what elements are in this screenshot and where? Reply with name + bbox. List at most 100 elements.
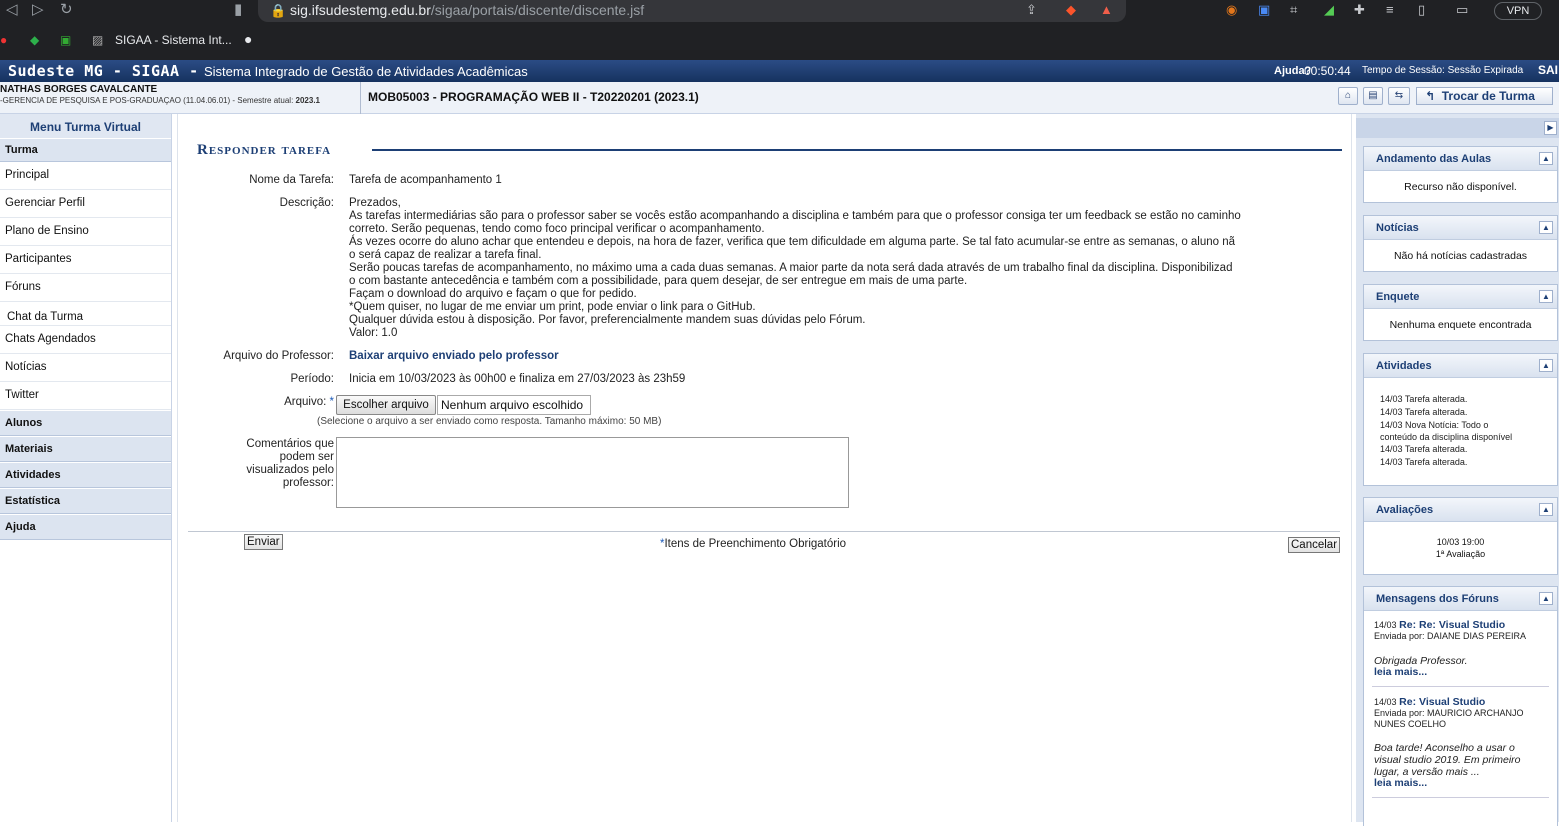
- github-icon[interactable]: ●: [244, 31, 252, 47]
- required-note-text: Itens de Preenchimento Obrigatório: [664, 538, 847, 550]
- submit-button[interactable]: Enviar: [244, 534, 283, 550]
- sigaa-favicon-icon: ▨: [92, 33, 104, 47]
- metamask-icon[interactable]: ◉: [1226, 2, 1237, 18]
- file-name-display: Nenhum arquivo escolhido: [437, 395, 591, 415]
- switch-class-button[interactable]: ↰ Trocar de Turma: [1416, 87, 1553, 105]
- panel-enquete-title: Enquete: [1376, 291, 1420, 303]
- collapse-icon[interactable]: ▲: [1539, 221, 1553, 234]
- right-panel-toolbar: ▶: [1356, 118, 1559, 138]
- collapse-icon[interactable]: ▲: [1539, 592, 1553, 605]
- collapse-panel-icon[interactable]: ▶: [1544, 121, 1557, 135]
- forward-icon[interactable]: ▷: [32, 0, 44, 22]
- wallet-icon[interactable]: ▭: [1456, 2, 1468, 18]
- address-bar[interactable]: 🔒 sig.ifsudestemg.edu.br/sigaa/portais/d…: [258, 0, 1126, 22]
- home-button[interactable]: ⌂: [1338, 87, 1358, 105]
- forum-sender-cont: NUNES COELHO: [1374, 719, 1447, 729]
- panel-enquete-header: Enquete ▲: [1364, 285, 1557, 309]
- menu-section-estatistica[interactable]: Estatística: [0, 488, 171, 514]
- atividades-list: 14/03 Tarefa alterada. 14/03 Tarefa alte…: [1364, 378, 1557, 469]
- menu-item-noticias[interactable]: Notícias: [0, 354, 171, 382]
- forum-sender: Enviada por: MAURICIO ARCHANJO: [1374, 708, 1524, 718]
- avaliacao-entry: 10/03 19:00 1ª Avaliação: [1364, 522, 1557, 560]
- swap-icon: ⇆: [1394, 90, 1404, 101]
- switch-class-label: Trocar de Turma: [1441, 89, 1535, 103]
- system-name: Sistema Integrado de Gestão de Atividade…: [204, 64, 528, 79]
- back-icon[interactable]: ◁: [6, 0, 18, 22]
- panel-forum-title: Mensagens dos Fóruns: [1376, 593, 1499, 605]
- comments-textarea[interactable]: [336, 437, 849, 508]
- url-path: /sigaa/portais/discente/discente.jsf: [430, 2, 645, 18]
- read-more-link[interactable]: leia mais...: [1374, 778, 1557, 789]
- translate-icon[interactable]: ▣: [1258, 2, 1270, 18]
- forum-body: Boa tarde! Aconselho a usar o: [1374, 742, 1515, 754]
- print-button[interactable]: ▤: [1363, 87, 1383, 105]
- menu-section-materiais[interactable]: Materiais: [0, 436, 171, 462]
- youtube-icon[interactable]: ●: [0, 33, 7, 47]
- teacher-file-link[interactable]: Baixar arquivo enviado pelo professor: [349, 350, 559, 363]
- panel-noticias-header: Notícias ▲: [1364, 216, 1557, 240]
- atividade-item: 14/03 Tarefa alterada.: [1380, 407, 1468, 417]
- sidebar-icon[interactable]: ▯: [1418, 2, 1425, 18]
- comments-label: Comentários que podem ser visualizados p…: [178, 438, 334, 490]
- atividade-item: 14/03 Tarefa alterada.: [1380, 444, 1468, 454]
- comments-label-line: professor:: [282, 477, 334, 489]
- bookmark-app-icon[interactable]: ▣: [60, 33, 71, 47]
- panel-noticias-title: Notícias: [1376, 222, 1419, 234]
- description-label: Descrição:: [279, 197, 334, 209]
- menu-title: Menu Turma Virtual: [0, 114, 171, 138]
- menu-item-plano-de-ensino[interactable]: Plano de Ensino: [0, 218, 171, 246]
- reload-icon[interactable]: ↻: [60, 0, 73, 22]
- bookmark-icon[interactable]: ▮: [234, 0, 242, 22]
- semester: 2023.1: [295, 96, 320, 105]
- panel-andamento-title: Andamento das Aulas: [1376, 153, 1492, 165]
- forum-message: 14/03 Re: Re: Visual Studio Enviada por:…: [1364, 611, 1557, 678]
- back-arrow-icon: ↰: [1425, 89, 1436, 103]
- forum-divider: [1372, 797, 1549, 798]
- atividade-item-cont: conteúdo da disciplina disponível: [1380, 432, 1513, 442]
- menu-item-chats-agendados[interactable]: Chats Agendados: [0, 326, 171, 354]
- title-divider: [372, 149, 1342, 151]
- atividade-item: 14/03 Tarefa alterada.: [1380, 457, 1468, 467]
- panel-forum-header: Mensagens dos Fóruns ▲: [1364, 587, 1557, 611]
- extension-green-icon[interactable]: ◢: [1324, 2, 1334, 18]
- panel-noticias: Notícias ▲ Não há notícias cadastradas: [1363, 215, 1558, 272]
- brave-shield-icon[interactable]: ◆: [1066, 2, 1076, 18]
- switch-button[interactable]: ⇆: [1388, 87, 1410, 105]
- menu-item-chat[interactable]: Chat da Turma: [0, 302, 171, 326]
- playlist-icon[interactable]: ≡: [1386, 2, 1394, 17]
- collapse-icon[interactable]: ▲: [1539, 152, 1553, 165]
- share-icon[interactable]: ⇪: [1026, 2, 1037, 18]
- cancel-button[interactable]: Cancelar: [1288, 537, 1341, 553]
- forum-subject[interactable]: Re: Re: Visual Studio: [1399, 619, 1505, 631]
- evernote-icon[interactable]: ◆: [30, 33, 39, 47]
- sigaa-bookmark[interactable]: SIGAA - Sistema Int...: [115, 33, 232, 47]
- exit-link[interactable]: SAI: [1538, 63, 1558, 77]
- comments-label-line: visualizados pelo: [246, 464, 334, 476]
- puzzle-icon[interactable]: ✚: [1354, 2, 1365, 18]
- sigaa-header: Sudeste MG - SIGAA - Sistema Integrado d…: [0, 60, 1559, 82]
- avaliacao-name: 1ª Avaliação: [1435, 549, 1486, 559]
- menu-item-participantes[interactable]: Participantes: [0, 246, 171, 274]
- choose-file-button[interactable]: Escolher arquivo: [336, 395, 436, 415]
- description-line: Ás vezes ocorre do aluno achar que enten…: [349, 236, 1236, 248]
- collapse-icon[interactable]: ▲: [1539, 290, 1553, 303]
- menu-item-principal[interactable]: Principal: [0, 162, 171, 190]
- print-icon: ▤: [1368, 90, 1378, 101]
- menu-item-twitter[interactable]: Twitter: [0, 382, 171, 410]
- read-more-link[interactable]: leia mais...: [1374, 667, 1557, 678]
- menu-section-atividades[interactable]: Atividades: [0, 462, 171, 488]
- description-line: Façam o download do arquivo e façam o qu…: [349, 288, 637, 300]
- menu-item-foruns[interactable]: Fóruns: [0, 274, 171, 302]
- menu-section-ajuda[interactable]: Ajuda: [0, 514, 171, 540]
- brave-rewards-icon[interactable]: ▲: [1100, 2, 1113, 17]
- menu-section-turma[interactable]: Turma: [0, 138, 171, 162]
- collapse-icon[interactable]: ▲: [1539, 359, 1553, 372]
- menu-section-alunos[interactable]: Alunos: [0, 410, 171, 436]
- collapse-icon[interactable]: ▲: [1539, 503, 1553, 516]
- user-bar: NATHAS BORGES CAVALCANTE -GERENCIA DE PE…: [0, 82, 1559, 114]
- forum-subject[interactable]: Re: Visual Studio: [1399, 696, 1485, 708]
- menu-item-gerenciar-perfil[interactable]: Gerenciar Perfil: [0, 190, 171, 218]
- vpn-button[interactable]: VPN: [1494, 2, 1542, 20]
- extension-icon[interactable]: ⌗: [1290, 2, 1297, 18]
- task-name-value: Tarefa de acompanhamento 1: [349, 174, 502, 186]
